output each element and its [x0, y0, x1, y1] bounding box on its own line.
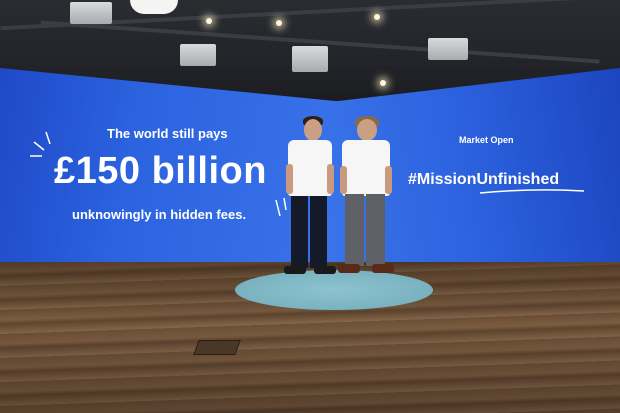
arm	[286, 164, 293, 194]
arm	[340, 166, 347, 194]
trouser-leg	[366, 194, 385, 266]
jeans-leg	[310, 196, 327, 268]
ceiling-projector	[70, 2, 112, 24]
spot-light	[206, 18, 212, 24]
jeans-leg	[291, 196, 308, 268]
screen-subline: unknowingly in hidden fees.	[72, 207, 247, 222]
arm	[327, 164, 334, 194]
shoe	[338, 264, 360, 273]
hashtag-underline	[480, 189, 584, 194]
head	[304, 119, 322, 141]
white-tshirt	[342, 140, 390, 196]
ceiling-projector	[292, 46, 328, 72]
trouser-leg	[345, 194, 364, 266]
ceiling-projector	[428, 38, 468, 60]
white-tshirt	[288, 140, 332, 196]
arm	[385, 166, 392, 194]
hashtag-text: #MissionUnfinished	[408, 171, 560, 188]
ceiling-projector	[180, 44, 216, 66]
photo: The world still pays £150 billion unknow…	[0, 0, 620, 413]
spot-light	[374, 14, 380, 20]
screen-amount: £150 billion	[54, 150, 267, 192]
shoe	[284, 266, 306, 274]
spot-light	[380, 80, 386, 86]
shoe	[314, 266, 336, 274]
person-left	[280, 116, 340, 278]
market-open-label: Market Open	[459, 135, 514, 145]
head	[357, 119, 377, 141]
pendant-light	[130, 0, 178, 14]
shoe	[372, 264, 394, 273]
person-right	[336, 116, 396, 278]
floor-hatch	[193, 340, 241, 355]
screen-headline: The world still pays	[107, 126, 228, 141]
spot-light	[276, 20, 282, 26]
